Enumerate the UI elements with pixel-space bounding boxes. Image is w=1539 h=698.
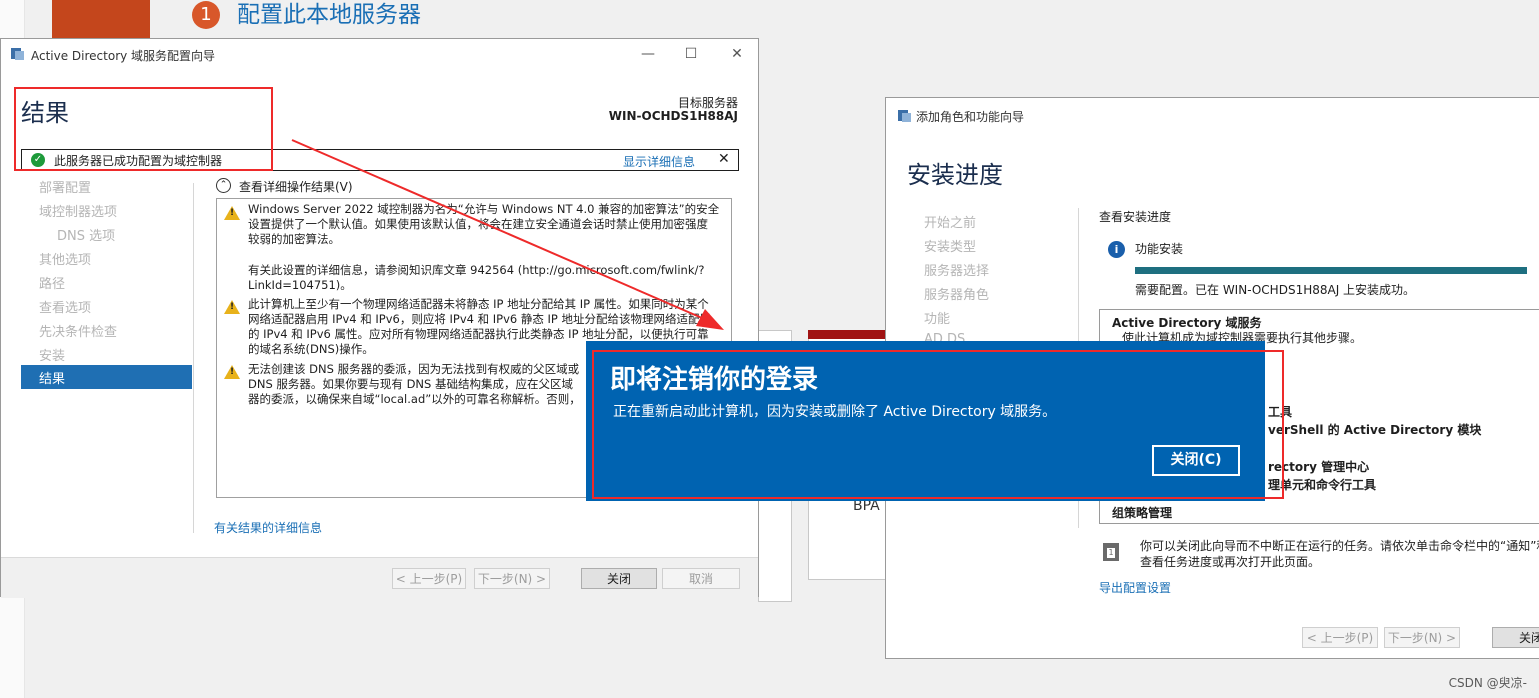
banner-close-icon[interactable]: ✕	[718, 151, 730, 167]
next-button[interactable]: 下一步(N) >	[1384, 627, 1460, 648]
nav-item-server-selection: 服务器选择	[924, 264, 990, 279]
annotation-highlight-box	[14, 87, 273, 171]
close-button[interactable]: 关闭	[581, 568, 657, 589]
nav-item-results[interactable]: 结果	[21, 365, 192, 389]
server-icon	[898, 110, 911, 122]
maximize-button[interactable]: ☐	[682, 45, 700, 63]
background-quickstart-tile	[52, 0, 150, 38]
warning-icon-mark: !	[230, 208, 235, 218]
view-progress-title: 查看安装进度	[1099, 210, 1172, 224]
nav-item-prerequisites-check: 先决条件检查	[39, 325, 118, 340]
page-title: 安装进度	[907, 161, 1003, 189]
install-status-text: 需要配置。已在 WIN-OCHDS1H88AJ 上安装成功。	[1135, 283, 1416, 297]
background-tile-header	[808, 330, 886, 339]
nav-item-features: 功能	[924, 312, 951, 327]
show-details-link[interactable]: 显示详细信息	[623, 153, 695, 170]
window-title: Active Directory 域服务配置向导	[31, 49, 216, 63]
server-icon	[11, 48, 24, 60]
notification-flag-icon-mark: 1	[1107, 548, 1115, 558]
divider	[193, 183, 194, 533]
nav-item-installation: 安装	[39, 349, 66, 364]
nav-item-review-options: 查看选项	[39, 301, 92, 316]
nav-item-additional-options: 其他选项	[39, 253, 92, 268]
previous-button[interactable]: < 上一步(P)	[1302, 627, 1378, 648]
close-button[interactable]: 关闭	[1492, 627, 1539, 648]
previous-button[interactable]: < 上一步(P)	[392, 568, 466, 589]
warning-icon-mark: !	[230, 302, 235, 312]
background-task-note: 你可以关闭此向导而不中断正在运行的任务。请依次单击命令栏中的“通知”和 查看任务…	[1140, 539, 1539, 569]
list-item: 理单元和命令行工具	[1268, 478, 1377, 492]
install-progress-bar	[1135, 267, 1527, 274]
nav-item-dc-options: 域控制器选项	[39, 205, 118, 220]
nav-item-server-roles: 服务器角色	[924, 288, 990, 303]
annotation-highlight-box	[592, 350, 1284, 499]
results-details-link[interactable]: 有关结果的详细信息	[214, 519, 322, 536]
watermark: CSDN @臾凉-	[1448, 676, 1527, 690]
list-item: verShell 的 Active Directory 模块	[1268, 423, 1482, 437]
view-detailed-results-toggle[interactable]: 查看详细操作结果(V)	[239, 178, 353, 195]
install-progress-fill	[1135, 267, 1527, 274]
nav-item-installation-type: 安装类型	[924, 240, 977, 255]
nav-item-deployment-config: 部署配置	[39, 181, 92, 196]
nav-item-paths: 路径	[39, 277, 66, 292]
next-button[interactable]: 下一步(N) >	[474, 568, 550, 589]
result-message: 有关此设置的详细信息，请参阅知识库文章 942564 (http://go.mi…	[248, 263, 705, 292]
warning-icon-mark: !	[230, 367, 235, 377]
minimize-button[interactable]: —	[639, 45, 657, 63]
export-config-link[interactable]: 导出配置设置	[1099, 579, 1171, 596]
target-server-value: WIN-OCHDS1H88AJ	[608, 109, 738, 123]
window-title: 添加角色和功能向导	[916, 110, 1025, 124]
close-window-button[interactable]: ✕	[728, 45, 746, 63]
nav-item-before-you-begin: 开始之前	[924, 216, 977, 231]
list-item: 组策略管理	[1112, 506, 1173, 520]
nav-item-label: 结果	[39, 372, 66, 387]
cancel-button[interactable]: 取消	[662, 568, 740, 589]
result-message: Windows Server 2022 域控制器为名为“允许与 Windows …	[248, 202, 720, 246]
info-icon: i	[1108, 241, 1125, 258]
wizard-footer: < 上一步(P) 下一步(N) > 关闭 取消	[1, 557, 758, 598]
configure-local-server-heading[interactable]: 配置此本地服务器	[237, 0, 421, 30]
nav-item-dns-options: DNS 选项	[57, 229, 116, 244]
feature-install-label: 功能安装	[1135, 242, 1184, 256]
step-number-badge: 1	[192, 1, 220, 29]
chevron-up-icon[interactable]: ⌃	[216, 178, 231, 193]
